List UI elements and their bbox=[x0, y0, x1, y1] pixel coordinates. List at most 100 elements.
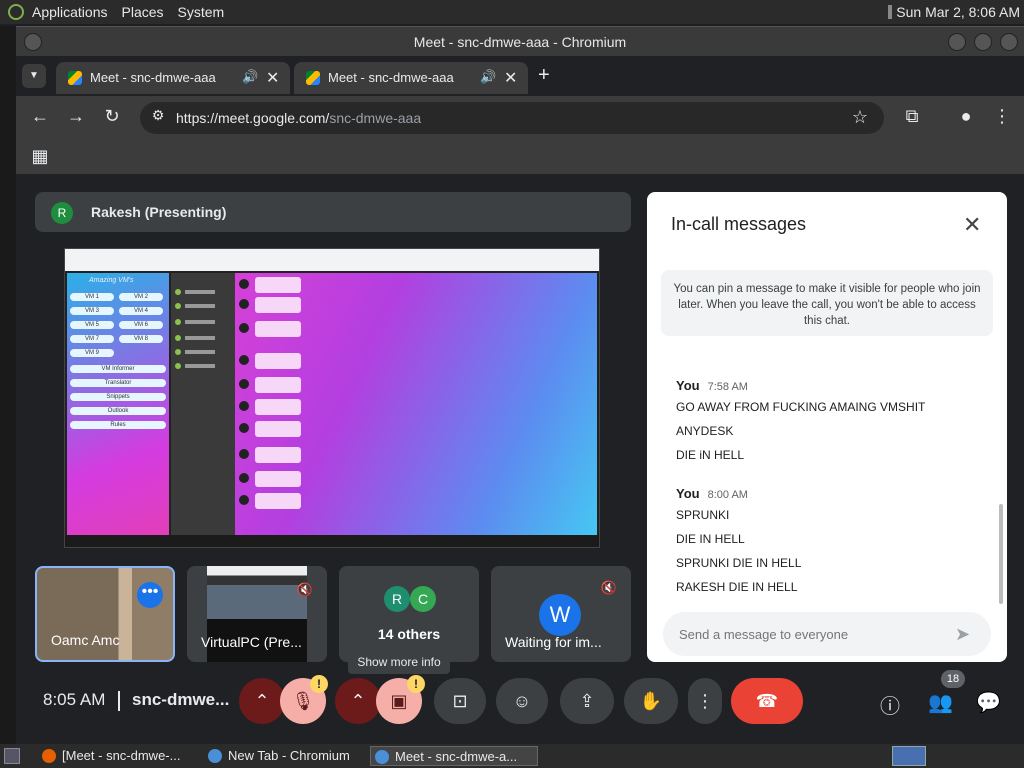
places-menu[interactable]: Places bbox=[122, 4, 164, 20]
hand-icon: ✋ bbox=[639, 691, 663, 711]
chevron-up-icon: ⌃ bbox=[350, 691, 366, 711]
tab-meet-1[interactable]: Meet - snc-dmwe-aaa 🔊 ✕ bbox=[56, 62, 290, 94]
camera-off-icon: ▣ bbox=[390, 691, 408, 711]
profile-icon[interactable]: ● bbox=[954, 106, 978, 127]
browser-menu-icon[interactable]: ⋮ bbox=[990, 106, 1014, 127]
list-item bbox=[255, 421, 301, 437]
raise-hand-button[interactable]: ✋ bbox=[624, 678, 678, 724]
participant-name: VirtualPC (Pre... bbox=[201, 634, 302, 650]
panel-title: In-call messages bbox=[671, 214, 807, 234]
shared-brand: Amazing VM's bbox=[89, 277, 134, 284]
menu-button: Rules bbox=[70, 421, 166, 429]
meeting-code[interactable]: snc-dmwe... bbox=[132, 690, 229, 710]
shared-chat-pane bbox=[235, 273, 597, 535]
send-icon[interactable]: ➤ bbox=[955, 624, 970, 645]
bookmark-star-icon[interactable]: ☆ bbox=[848, 107, 872, 128]
tab-search-chevron-icon[interactable]: ▼ bbox=[22, 64, 46, 88]
maximize-icon[interactable] bbox=[974, 33, 992, 51]
audio-playing-icon[interactable]: 🔊 bbox=[242, 69, 258, 85]
tab-close-icon[interactable]: ✕ bbox=[504, 68, 517, 88]
participant-tile-others[interactable]: R C 14 others bbox=[339, 566, 479, 662]
close-window-icon[interactable] bbox=[1000, 33, 1018, 51]
tab-close-icon[interactable]: ✕ bbox=[266, 68, 279, 88]
vm-button: VM 5 bbox=[70, 321, 114, 329]
message: SPRUNKI DIE IN HELL bbox=[676, 556, 802, 570]
more-options-button[interactable]: ⋮ bbox=[688, 678, 722, 724]
apps-grid-icon[interactable]: ▦ bbox=[28, 146, 52, 167]
close-icon[interactable]: ✕ bbox=[963, 212, 981, 238]
message-input[interactable] bbox=[663, 612, 991, 656]
list-item bbox=[255, 471, 301, 487]
participant-tile-virtualpc[interactable]: 🔇 VirtualPC (Pre... bbox=[187, 566, 327, 662]
phone-hangup-icon: ☎ bbox=[755, 691, 779, 711]
shared-chat-list bbox=[171, 273, 235, 535]
list-item bbox=[175, 349, 231, 355]
show-desktop-icon[interactable] bbox=[4, 748, 20, 764]
people-icon[interactable]: 👥 bbox=[928, 690, 953, 715]
participant-name: Oamc Amc bbox=[51, 632, 120, 648]
extensions-puzzle-icon[interactable]: ⧉ bbox=[900, 106, 924, 127]
minimize-icon[interactable] bbox=[948, 33, 966, 51]
list-item bbox=[255, 353, 301, 369]
participant-tile-self[interactable]: ••• Oamc Amc bbox=[35, 566, 175, 662]
window-menu-icon[interactable] bbox=[24, 33, 42, 51]
applications-menu[interactable]: Applications bbox=[32, 4, 108, 20]
list-item bbox=[175, 335, 231, 341]
list-item bbox=[175, 363, 231, 369]
site-info-icon[interactable]: ⚙ bbox=[146, 107, 170, 124]
captions-button[interactable]: ⊡ bbox=[434, 678, 486, 724]
chromium-icon bbox=[208, 749, 222, 763]
chat-icon[interactable]: 💬 bbox=[976, 690, 1001, 715]
list-item bbox=[239, 449, 249, 459]
reactions-button[interactable]: ☺ bbox=[496, 678, 548, 724]
desktop-left-edge bbox=[0, 26, 16, 744]
shared-screen[interactable]: Amazing VM's VM 1 VM 2 VM 3 VM 4 VM 5 VM… bbox=[64, 248, 600, 548]
captions-icon: ⊡ bbox=[452, 691, 468, 711]
shared-browser-bar bbox=[65, 249, 599, 271]
panel-clock[interactable]: Sun Mar 2, 8:06 AM bbox=[896, 4, 1020, 20]
video-options-button[interactable]: ⌃ bbox=[335, 678, 381, 724]
taskbar-item-chromium-newtab[interactable]: New Tab - Chromium bbox=[204, 746, 366, 766]
avatar: W bbox=[539, 594, 581, 636]
list-item bbox=[255, 297, 301, 313]
mic-warning-badge: ! bbox=[310, 675, 328, 693]
leave-call-button[interactable]: ☎ bbox=[731, 678, 803, 724]
vm-button: VM 7 bbox=[70, 335, 114, 343]
chat-scrollbar[interactable] bbox=[999, 504, 1003, 604]
message-sender: You 7:58 AM bbox=[676, 378, 748, 393]
url-text[interactable]: https://meet.google.com/snc-dmwe-aaa bbox=[176, 110, 421, 126]
present-button[interactable]: ⇪ bbox=[560, 678, 614, 724]
meeting-info-icon[interactable]: ⓘ bbox=[880, 690, 900, 719]
list-item bbox=[239, 473, 249, 483]
taskbar-item-chromium-meet[interactable]: Meet - snc-dmwe-a... bbox=[370, 746, 538, 766]
gnome-foot-icon[interactable] bbox=[8, 4, 24, 20]
taskbar-item-firefox[interactable]: [Meet - snc-dmwe-... bbox=[38, 746, 198, 766]
reload-icon[interactable]: ↻ bbox=[100, 106, 124, 127]
new-tab-icon[interactable]: + bbox=[538, 64, 550, 87]
pin-note: You can pin a message to make it visible… bbox=[661, 270, 993, 336]
forward-icon[interactable]: → bbox=[64, 106, 88, 127]
list-item bbox=[255, 447, 301, 463]
chromium-icon bbox=[375, 750, 389, 764]
list-item bbox=[239, 323, 249, 333]
workspace-switcher[interactable] bbox=[892, 746, 926, 766]
list-item bbox=[255, 321, 301, 337]
audio-playing-icon[interactable]: 🔊 bbox=[480, 69, 496, 85]
emoji-icon: ☺ bbox=[512, 691, 532, 711]
audio-options-button[interactable]: ⌃ bbox=[239, 678, 285, 724]
shared-taskbar bbox=[65, 535, 599, 547]
more-options-icon[interactable]: ••• bbox=[137, 582, 163, 608]
vm-button: VM 2 bbox=[119, 293, 163, 301]
list-item bbox=[239, 379, 249, 389]
system-menu[interactable]: System bbox=[178, 4, 225, 20]
avatar: R bbox=[384, 586, 410, 612]
tab-meet-2[interactable]: Meet - snc-dmwe-aaa 🔊 ✕ bbox=[294, 62, 528, 94]
address-bar[interactable]: ⚙ https://meet.google.com/snc-dmwe-aaa ☆ bbox=[140, 102, 884, 134]
back-icon[interactable]: ← bbox=[28, 106, 52, 127]
meet-favicon-icon bbox=[306, 71, 320, 85]
participant-tile-waiting[interactable]: 🔇 W Waiting for im... bbox=[491, 566, 631, 662]
mic-off-icon: 🎙 bbox=[291, 691, 315, 711]
window-titlebar[interactable]: Meet - snc-dmwe-aaa - Chromium bbox=[16, 26, 1024, 56]
presenter-label: Rakesh (Presenting) bbox=[91, 204, 227, 220]
tab-strip: ▼ Meet - snc-dmwe-aaa 🔊 ✕ Meet - snc-dmw… bbox=[16, 56, 1024, 96]
